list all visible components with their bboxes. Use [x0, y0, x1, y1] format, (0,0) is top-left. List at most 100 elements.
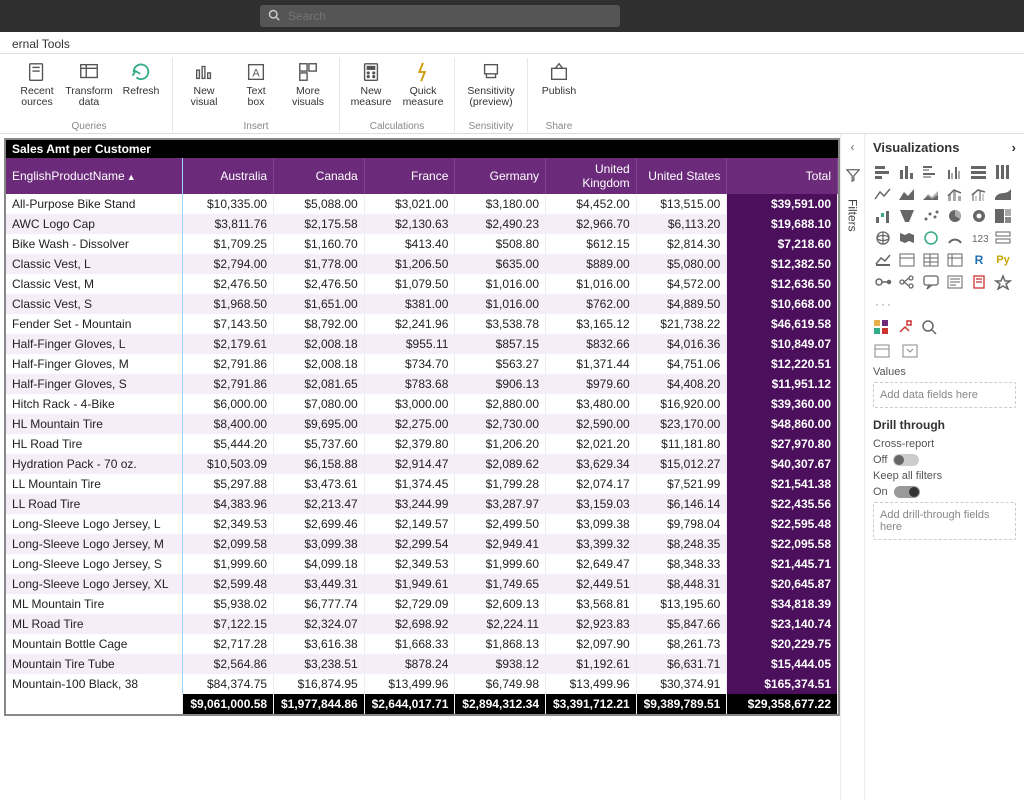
- table-icon[interactable]: [921, 251, 941, 269]
- table-row[interactable]: Bike Wash - Dissolver$1,709.25$1,160.70$…: [6, 234, 838, 254]
- kpi-icon[interactable]: [873, 251, 893, 269]
- table-row[interactable]: Long-Sleeve Logo Jersey, S$1,999.60$4,09…: [6, 554, 838, 574]
- transform-data-button[interactable]: Transform data: [66, 58, 112, 108]
- treemap-icon[interactable]: [993, 207, 1013, 225]
- drillthrough-field-well[interactable]: Add drill-through fields here: [873, 502, 1016, 540]
- search-input[interactable]: [286, 8, 612, 24]
- qa-visual-icon[interactable]: [921, 273, 941, 291]
- recent-sources-button[interactable]: Recent ources: [14, 58, 60, 108]
- table-row[interactable]: Hydration Pack - 70 oz.$10,503.09$6,158.…: [6, 454, 838, 474]
- more-visuals-button[interactable]: More visuals: [285, 58, 331, 108]
- stacked-area-icon[interactable]: [921, 185, 941, 203]
- hundred-stacked-bar-icon[interactable]: [969, 163, 989, 181]
- clustered-column-icon[interactable]: [945, 163, 965, 181]
- decomposition-tree-icon[interactable]: [897, 273, 917, 291]
- table-row[interactable]: Hitch Rack - 4-Bike$6,000.00$7,080.00$3,…: [6, 394, 838, 414]
- table-row[interactable]: Mountain-100 Black, 38$84,374.75$16,874.…: [6, 674, 838, 694]
- card-icon[interactable]: 123: [969, 229, 989, 247]
- sensitivity-button[interactable]: Sensitivity (preview): [463, 58, 519, 108]
- gauge-icon[interactable]: [945, 229, 965, 247]
- filters-pane-collapsed[interactable]: ‹ Filters: [840, 134, 864, 800]
- new-measure-button[interactable]: New measure: [348, 58, 394, 108]
- hundred-stacked-column-icon[interactable]: [993, 163, 1013, 181]
- pie-icon[interactable]: [945, 207, 965, 225]
- table-row[interactable]: Mountain Bottle Cage$2,717.28$3,616.38$1…: [6, 634, 838, 654]
- table-row[interactable]: Mountain Tire Tube$2,564.86$3,238.51$878…: [6, 654, 838, 674]
- table-row[interactable]: Half-Finger Gloves, M$2,791.86$2,008.18$…: [6, 354, 838, 374]
- col-header-us[interactable]: United States: [636, 158, 727, 194]
- quick-measure-button[interactable]: Quick measure: [400, 58, 446, 108]
- filled-map-icon[interactable]: [897, 229, 917, 247]
- line-stacked-column-icon[interactable]: [945, 185, 965, 203]
- slicer-icon[interactable]: [897, 251, 917, 269]
- python-visual-icon[interactable]: Py: [993, 251, 1013, 269]
- col-header-france[interactable]: France: [364, 158, 455, 194]
- r-visual-icon[interactable]: R: [969, 251, 989, 269]
- line-chart-icon[interactable]: [873, 185, 893, 203]
- table-row[interactable]: LL Mountain Tire$5,297.88$3,473.61$1,374…: [6, 474, 838, 494]
- multi-row-card-icon[interactable]: [993, 229, 1013, 247]
- text-box-button[interactable]: A Text box: [233, 58, 279, 108]
- funnel-icon[interactable]: [897, 207, 917, 225]
- row-label: Hitch Rack - 4-Bike: [6, 394, 183, 414]
- paginated-report-icon[interactable]: [969, 273, 989, 291]
- area-chart-icon[interactable]: [897, 185, 917, 203]
- tab-external-tools[interactable]: ernal Tools: [6, 35, 76, 53]
- table-row[interactable]: HL Road Tire$5,444.20$5,737.60$2,379.80$…: [6, 434, 838, 454]
- waterfall-icon[interactable]: [873, 207, 893, 225]
- search-box[interactable]: [260, 5, 620, 27]
- table-row[interactable]: Long-Sleeve Logo Jersey, L$2,349.53$2,69…: [6, 514, 838, 534]
- matrix-icon[interactable]: [945, 251, 965, 269]
- line-clustered-column-icon[interactable]: [969, 185, 989, 203]
- table-row[interactable]: Half-Finger Gloves, L$2,179.61$2,008.18$…: [6, 334, 838, 354]
- fields-subtab-icon[interactable]: [873, 343, 891, 362]
- format-tab-icon[interactable]: [897, 319, 913, 335]
- stacked-column-icon[interactable]: [897, 163, 917, 181]
- matrix-visual[interactable]: Sales Amt per Customer EnglishProductNam…: [4, 138, 840, 716]
- table-row[interactable]: Long-Sleeve Logo Jersey, M$2,099.58$3,09…: [6, 534, 838, 554]
- smart-narrative-icon[interactable]: [945, 273, 965, 291]
- table-row[interactable]: HL Mountain Tire$8,400.00$9,695.00$2,275…: [6, 414, 838, 434]
- chevron-left-icon[interactable]: ‹: [851, 140, 855, 154]
- table-row[interactable]: Fender Set - Mountain$7,143.50$8,792.00$…: [6, 314, 838, 334]
- drillthrough-subtab-icon[interactable]: [901, 343, 919, 362]
- clustered-bar-icon[interactable]: [921, 163, 941, 181]
- report-canvas[interactable]: Sales Amt per Customer EnglishProductNam…: [0, 134, 840, 800]
- col-header-germany[interactable]: Germany: [455, 158, 546, 194]
- analytics-tab-icon[interactable]: [921, 319, 937, 335]
- cell-value: $2,175.58: [274, 214, 365, 234]
- table-row[interactable]: AWC Logo Cap$3,811.76$2,175.58$2,130.63$…: [6, 214, 838, 234]
- azure-map-icon[interactable]: [921, 229, 941, 247]
- col-header-total[interactable]: Total: [727, 158, 838, 194]
- fields-tab-icon[interactable]: [873, 319, 889, 335]
- col-header-uk[interactable]: United Kingdom: [546, 158, 637, 194]
- table-row[interactable]: Long-Sleeve Logo Jersey, XL$2,599.48$3,4…: [6, 574, 838, 594]
- col-header-product[interactable]: EnglishProductName▲: [6, 158, 183, 194]
- table-row[interactable]: LL Road Tire$4,383.96$2,213.47$3,244.99$…: [6, 494, 838, 514]
- table-row[interactable]: All-Purpose Bike Stand$10,335.00$5,088.0…: [6, 194, 838, 214]
- cell-value: $2,476.50: [183, 274, 274, 294]
- map-icon[interactable]: [873, 229, 893, 247]
- keep-filters-toggle[interactable]: [894, 486, 920, 498]
- publish-button[interactable]: Publish: [536, 58, 582, 97]
- get-more-visuals-icon[interactable]: [993, 273, 1013, 291]
- refresh-button[interactable]: Refresh: [118, 58, 164, 108]
- stacked-bar-icon[interactable]: [873, 163, 893, 181]
- table-row[interactable]: Classic Vest, M$2,476.50$2,476.50$1,079.…: [6, 274, 838, 294]
- gallery-overflow-icon[interactable]: ···: [875, 297, 1016, 311]
- donut-icon[interactable]: [969, 207, 989, 225]
- table-row[interactable]: Classic Vest, S$1,968.50$1,651.00$381.00…: [6, 294, 838, 314]
- key-influencers-icon[interactable]: [873, 273, 893, 291]
- new-visual-button[interactable]: New visual: [181, 58, 227, 108]
- table-row[interactable]: Half-Finger Gloves, S$2,791.86$2,081.65$…: [6, 374, 838, 394]
- table-row[interactable]: ML Mountain Tire$5,938.02$6,777.74$2,729…: [6, 594, 838, 614]
- cross-report-toggle[interactable]: [893, 454, 919, 466]
- col-header-canada[interactable]: Canada: [274, 158, 365, 194]
- table-row[interactable]: Classic Vest, L$2,794.00$1,778.00$1,206.…: [6, 254, 838, 274]
- ribbon-chart-icon[interactable]: [993, 185, 1013, 203]
- scatter-icon[interactable]: [921, 207, 941, 225]
- table-row[interactable]: ML Road Tire$7,122.15$2,324.07$2,698.92$…: [6, 614, 838, 634]
- chevron-right-icon[interactable]: ›: [1012, 140, 1016, 155]
- col-header-australia[interactable]: Australia: [183, 158, 274, 194]
- values-field-well[interactable]: Add data fields here: [873, 382, 1016, 408]
